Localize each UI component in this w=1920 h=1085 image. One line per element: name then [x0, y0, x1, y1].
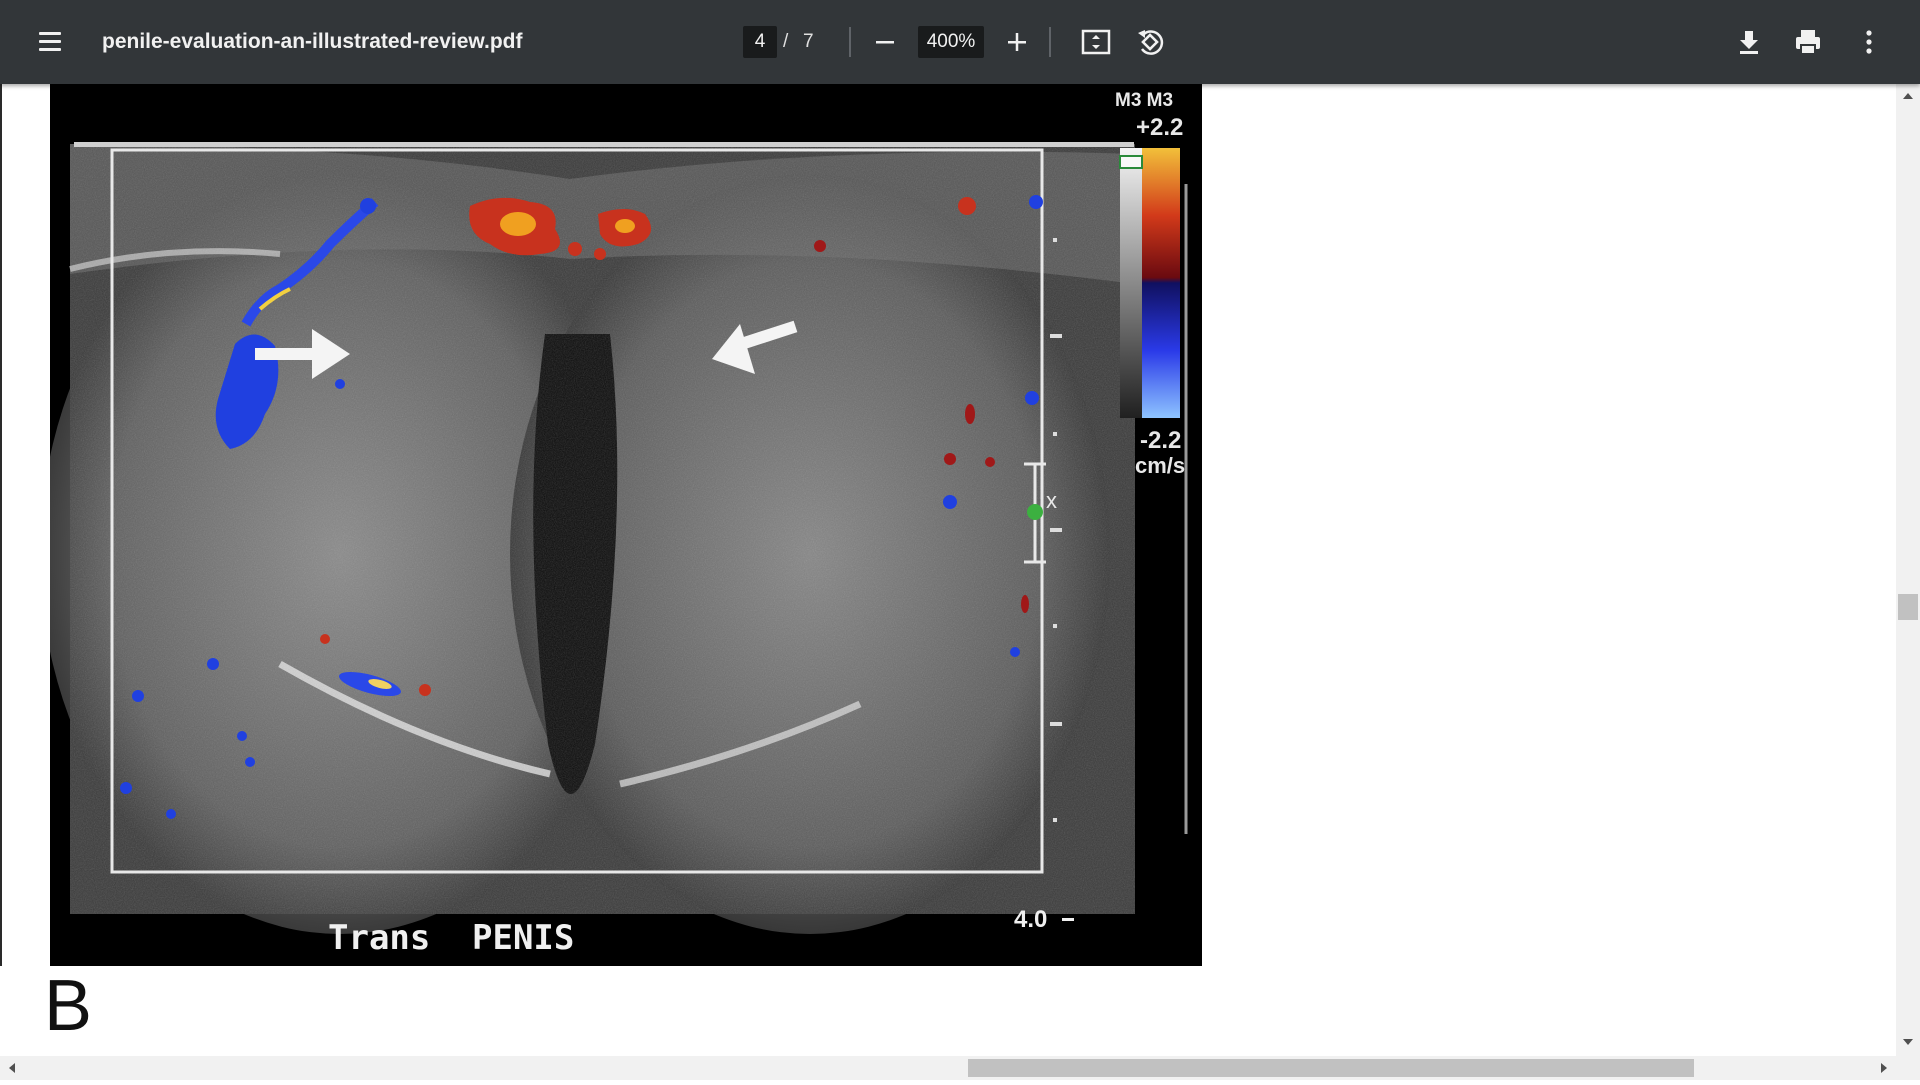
more-vert-icon [1866, 30, 1872, 54]
gate-marker: x [1046, 488, 1057, 513]
page-number-input[interactable]: 4 [743, 26, 777, 58]
pdf-viewport[interactable]: x M3 M3 +2.2 -2.2 cm/s Trans PENIS 4.0 B [0, 84, 1896, 1056]
page-total: 7 [803, 31, 814, 52]
scan-orientation-label: Trans [328, 918, 430, 958]
vertical-scrollbar[interactable] [1896, 84, 1920, 1056]
scroll-right-icon[interactable] [1872, 1056, 1896, 1080]
page-edge [0, 84, 2, 966]
download-icon [1740, 31, 1758, 54]
plus-icon [1008, 33, 1026, 51]
zoom-in-button[interactable] [997, 22, 1037, 62]
depth-label: 4.0 [1014, 906, 1047, 933]
toolbar-divider [849, 27, 851, 57]
rotate-icon [1138, 30, 1164, 55]
page-separator: / [783, 31, 789, 52]
document-title: penile-evaluation-an-illustrated-review.… [102, 30, 523, 53]
figure-label: B [44, 966, 93, 1046]
velocity-max-label: +2.2 [1136, 114, 1183, 141]
rotate-button[interactable] [1130, 22, 1170, 62]
scroll-left-icon[interactable] [0, 1056, 24, 1080]
scroll-down-icon[interactable] [1896, 1030, 1920, 1054]
fit-page-button[interactable] [1076, 22, 1116, 62]
horizontal-scroll-thumb[interactable] [968, 1059, 1694, 1077]
zoom-input[interactable]: 400% [918, 26, 984, 58]
toolbar-divider [1049, 27, 1051, 57]
mode-label: M3 M3 [1115, 90, 1173, 111]
velocity-unit-label: cm/s [1135, 453, 1185, 478]
velocity-min-label: -2.2 [1140, 427, 1181, 454]
vertical-scroll-thumb[interactable] [1898, 594, 1918, 620]
download-button[interactable] [1729, 22, 1769, 62]
zoom-out-button[interactable] [865, 22, 905, 62]
scan-anatomy-label: PENIS [472, 918, 574, 958]
minus-icon [876, 41, 894, 44]
menu-icon[interactable] [30, 22, 70, 62]
fit-page-icon [1081, 29, 1111, 55]
pdf-toolbar: penile-evaluation-an-illustrated-review.… [0, 0, 1920, 84]
velocity-color-bar [1119, 148, 1180, 418]
print-icon [1796, 30, 1820, 55]
more-options-button[interactable] [1849, 22, 1889, 62]
scroll-up-icon[interactable] [1896, 84, 1920, 108]
print-button[interactable] [1788, 22, 1828, 62]
ultrasound-image: x M3 M3 +2.2 -2.2 cm/s Trans PENIS 4.0 [50, 84, 1202, 966]
